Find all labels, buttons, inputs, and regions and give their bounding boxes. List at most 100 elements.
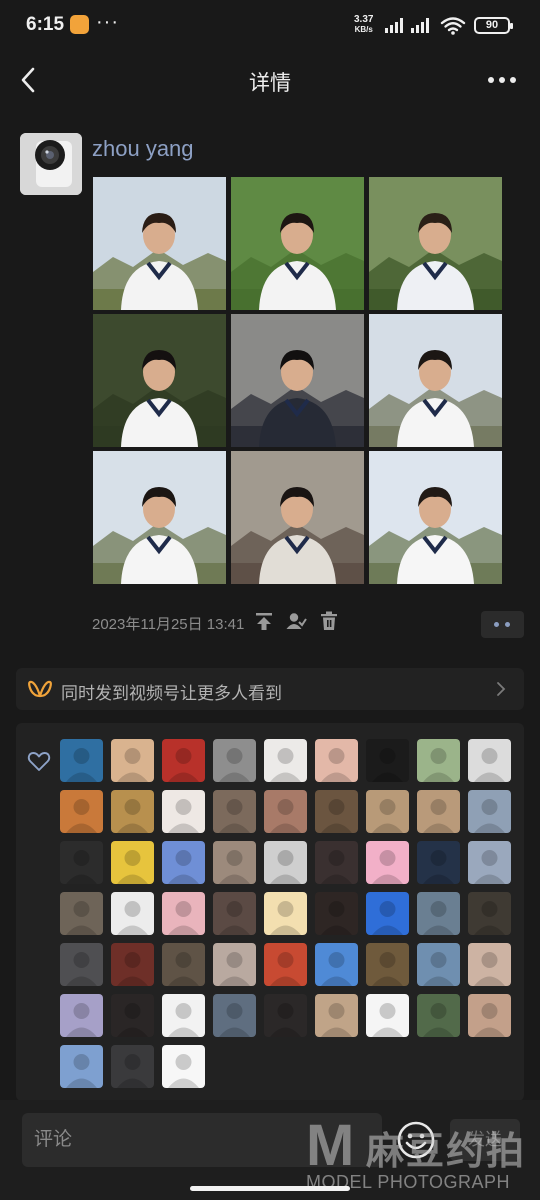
liker-avatar[interactable] xyxy=(264,790,307,833)
emoji-icon[interactable] xyxy=(395,1119,437,1161)
status-more-icon: ··· xyxy=(96,11,119,33)
post-timestamp: 2023年11月25日 13:41 xyxy=(92,616,245,633)
liker-avatar[interactable] xyxy=(111,739,154,782)
pin-top-icon[interactable] xyxy=(253,610,275,632)
liker-avatar[interactable] xyxy=(213,994,256,1037)
channels-share-bar[interactable]: 同时发到视频号让更多人看到 xyxy=(16,668,524,710)
liker-avatar[interactable] xyxy=(60,892,103,935)
liker-avatar[interactable] xyxy=(366,994,409,1037)
liker-avatar[interactable] xyxy=(60,994,103,1037)
liker-avatar[interactable] xyxy=(264,841,307,884)
liker-avatar[interactable] xyxy=(417,739,460,782)
liker-avatar[interactable] xyxy=(315,943,358,986)
delete-trash-icon[interactable] xyxy=(318,610,340,632)
liker-avatar[interactable] xyxy=(213,739,256,782)
liker-avatar[interactable] xyxy=(315,739,358,782)
more-options-icon[interactable] xyxy=(486,64,518,96)
signal-2-icon xyxy=(411,18,429,33)
liker-avatar[interactable] xyxy=(162,943,205,986)
post-photo[interactable] xyxy=(93,451,226,584)
liker-avatar[interactable] xyxy=(213,943,256,986)
liker-avatar[interactable] xyxy=(60,739,103,782)
liker-avatar[interactable] xyxy=(60,841,103,884)
post-more-button[interactable] xyxy=(481,611,524,638)
comment-input[interactable] xyxy=(22,1113,382,1167)
author-avatar[interactable] xyxy=(20,133,82,195)
liker-avatar[interactable] xyxy=(417,994,460,1037)
post-photo[interactable] xyxy=(369,451,502,584)
liker-avatar[interactable] xyxy=(264,994,307,1037)
status-bar: 6:15 ··· 3.37 KB/s 90 xyxy=(0,0,540,52)
post-photo[interactable] xyxy=(231,314,364,447)
liker-avatar[interactable] xyxy=(366,892,409,935)
liker-avatar[interactable] xyxy=(111,790,154,833)
liker-avatar[interactable] xyxy=(366,790,409,833)
channels-butterfly-icon xyxy=(28,680,52,698)
liker-avatar[interactable] xyxy=(111,892,154,935)
liker-avatar[interactable] xyxy=(162,892,205,935)
camera-lens-avatar-image xyxy=(20,133,82,195)
liker-avatar[interactable] xyxy=(417,790,460,833)
post-photo[interactable] xyxy=(231,177,364,310)
liker-avatar[interactable] xyxy=(162,739,205,782)
chevron-right-icon xyxy=(497,682,506,696)
liker-avatar[interactable] xyxy=(468,943,511,986)
network-speed-unit: KB/s xyxy=(354,25,373,34)
liker-avatar[interactable] xyxy=(468,739,511,782)
liker-avatar[interactable] xyxy=(162,841,205,884)
post-photo[interactable] xyxy=(369,177,502,310)
heart-icon xyxy=(27,752,51,771)
liker-avatar[interactable] xyxy=(468,892,511,935)
liker-avatar[interactable] xyxy=(213,892,256,935)
liker-avatar[interactable] xyxy=(315,841,358,884)
liker-avatar[interactable] xyxy=(264,892,307,935)
send-button[interactable]: 发送 xyxy=(450,1119,520,1161)
channels-share-text: 同时发到视频号让更多人看到 xyxy=(61,684,282,703)
liker-avatar[interactable] xyxy=(60,943,103,986)
liker-avatar[interactable] xyxy=(366,739,409,782)
liker-avatar[interactable] xyxy=(264,739,307,782)
liker-avatar[interactable] xyxy=(315,790,358,833)
liker-avatar[interactable] xyxy=(111,1045,154,1088)
liker-avatar[interactable] xyxy=(417,943,460,986)
liker-avatar[interactable] xyxy=(162,790,205,833)
status-time: 6:15 xyxy=(26,14,65,35)
liker-avatar[interactable] xyxy=(315,892,358,935)
photo-grid xyxy=(93,177,503,584)
page-title: 详情 xyxy=(249,72,291,95)
post-photo[interactable] xyxy=(93,177,226,310)
wifi-icon xyxy=(440,17,466,32)
liker-avatar[interactable] xyxy=(162,1045,205,1088)
visibility-friends-icon[interactable] xyxy=(285,610,307,632)
liker-avatar[interactable] xyxy=(468,994,511,1037)
app-notification-icon xyxy=(70,15,89,34)
liker-avatar[interactable] xyxy=(111,994,154,1037)
battery-indicator: 90 xyxy=(474,17,513,34)
network-speed-value: 3.37 xyxy=(354,14,374,25)
post-photo[interactable] xyxy=(231,451,364,584)
liker-avatar[interactable] xyxy=(111,943,154,986)
post-photo[interactable] xyxy=(93,314,226,447)
dot-icon xyxy=(505,622,510,627)
liker-avatar[interactable] xyxy=(60,790,103,833)
liker-avatar[interactable] xyxy=(366,841,409,884)
liker-avatar[interactable] xyxy=(213,841,256,884)
liker-avatar[interactable] xyxy=(162,994,205,1037)
liker-avatar[interactable] xyxy=(366,943,409,986)
liker-avatar[interactable] xyxy=(111,841,154,884)
liker-avatar[interactable] xyxy=(468,790,511,833)
liker-avatar[interactable] xyxy=(264,943,307,986)
liker-avatar[interactable] xyxy=(213,790,256,833)
liker-avatar[interactable] xyxy=(468,841,511,884)
author-name[interactable]: zhou yang xyxy=(92,136,194,162)
dot-icon xyxy=(494,622,499,627)
home-indicator[interactable] xyxy=(190,1186,350,1191)
liker-avatar[interactable] xyxy=(417,841,460,884)
nav-bar: 详情 xyxy=(0,52,540,108)
network-speed: 3.37 KB/s xyxy=(354,14,374,35)
liker-avatar[interactable] xyxy=(315,994,358,1037)
liker-avatar[interactable] xyxy=(60,1045,103,1088)
liker-avatar[interactable] xyxy=(417,892,460,935)
post-photo[interactable] xyxy=(369,314,502,447)
signal-1-icon xyxy=(385,18,403,33)
